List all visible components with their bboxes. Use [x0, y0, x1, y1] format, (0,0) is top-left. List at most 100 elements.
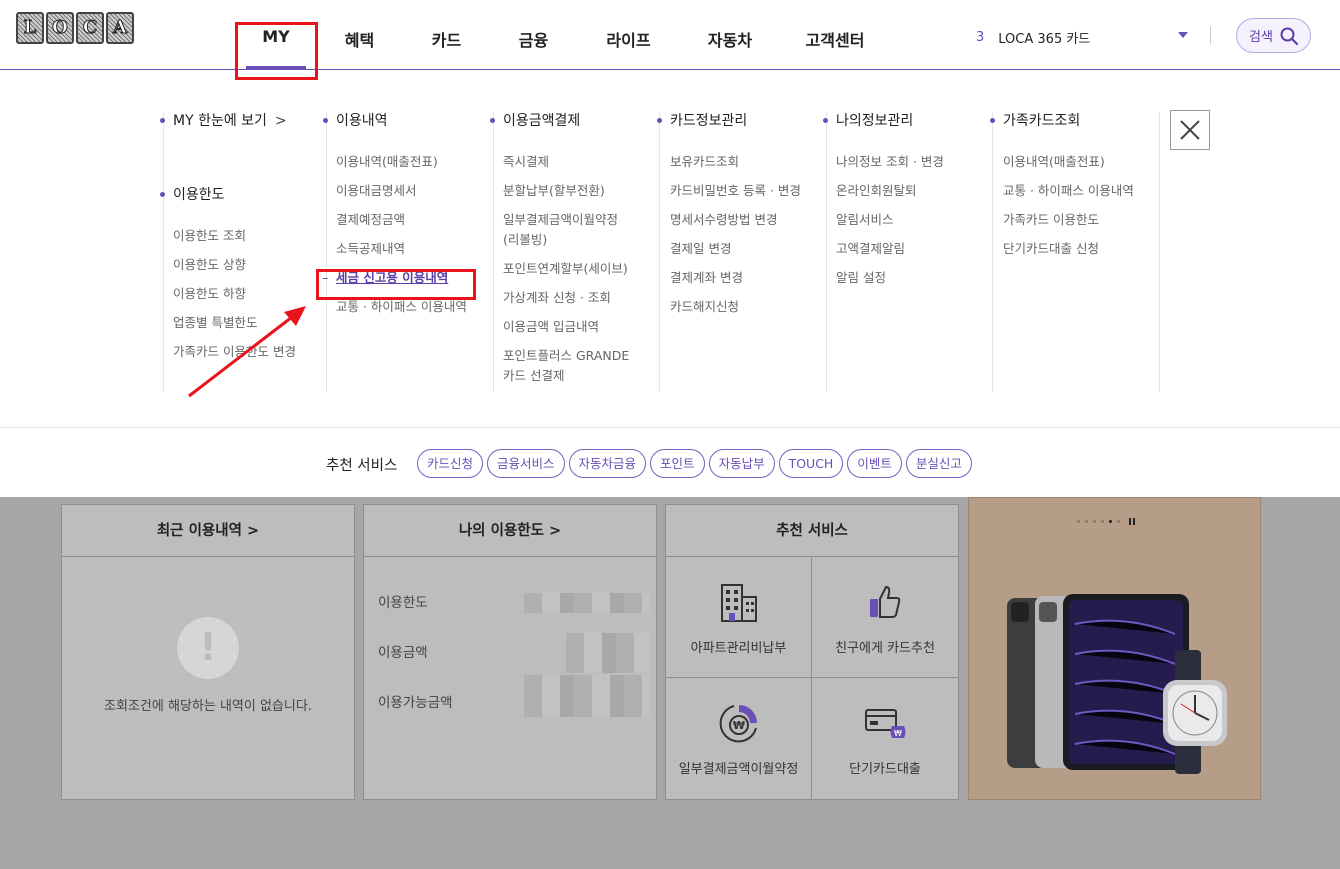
chip-lost-report[interactable]: 분실신고 [905, 449, 972, 478]
service-label: 친구에게 카드추천 [835, 641, 935, 656]
menu-item[interactable]: 일부결제금액이월약정(리볼빙) [503, 210, 631, 250]
menu-title-payment[interactable]: 이용금액결제 [490, 110, 631, 132]
service-revolving[interactable]: ₩ 일부결제금액이월약정 [666, 678, 812, 799]
nav-finance[interactable]: 금융 [490, 0, 577, 70]
limit-label: 이용한도 [378, 595, 428, 611]
menu-item[interactable]: 단기카드대출 신청 [1003, 239, 1134, 259]
chip-auto-finance[interactable]: 자동차금융 [568, 449, 647, 478]
menu-item[interactable]: 가족카드 이용한도 [1003, 210, 1134, 230]
recommended-services-bar: 추천 서비스 카드신청 금융서비스 자동차금융 포인트 자동납부 TOUCH 이… [0, 427, 1340, 497]
chevron-right-icon: > [274, 113, 287, 129]
carousel-dot[interactable] [1085, 520, 1088, 523]
menu-item[interactable]: 이용금액 입금내역 [503, 317, 631, 337]
promo-banner[interactable] [968, 497, 1261, 800]
carousel-dots[interactable] [1077, 518, 1135, 525]
menu-item[interactable]: 온라인회원탈퇴 [836, 181, 944, 201]
service-label: 단기카드대출 [849, 762, 921, 777]
menu-column-payment: 이용금액결제 즉시결제 분할납부(할부전환) 일부결제금액이월약정(리볼빙) 포… [490, 110, 631, 395]
carousel-dot[interactable] [1077, 520, 1080, 523]
menu-title-usage-history[interactable]: 이용내역 [323, 110, 467, 132]
chip-events[interactable]: 이벤트 [847, 449, 902, 478]
won-cycle-icon: ₩ [719, 705, 757, 743]
menu-column-usage-history: 이용내역 이용내역(매출전표) 이용대금명세서 결제예정금액 소득공제내역 세금… [322, 110, 467, 326]
service-apartment-fee[interactable]: 아파트관리비납부 [666, 557, 812, 678]
menu-item[interactable]: 이용한도 조회 [173, 226, 296, 246]
menu-title-label: MY 한눈에 보기 [173, 113, 267, 129]
menu-item[interactable]: 교통 · 하이패스 이용내역 [336, 297, 467, 317]
carousel-dot[interactable] [1101, 520, 1104, 523]
card-selector[interactable]: 3 LOCA 365 카드 [976, 28, 1188, 47]
menu-title-usage-limit[interactable]: 이용한도 [160, 184, 296, 206]
nav-customer-center[interactable]: 고객센터 [780, 0, 890, 70]
menu-item[interactable]: 알림서비스 [836, 210, 944, 230]
menu-item[interactable]: 카드비밀번호 등록 · 변경 [670, 181, 801, 201]
menu-item-tax-report-history[interactable]: 세금 신고용 이용내역 [322, 268, 467, 288]
thumbs-up-icon [870, 585, 901, 618]
global-nav: MY 혜택 카드 금융 라이프 자동차 고객센터 [236, 0, 890, 70]
usage-limit-title[interactable]: 나의 이용한도 > [364, 505, 656, 557]
caret-down-icon[interactable] [1178, 32, 1188, 38]
menu-item[interactable]: 나의정보 조회 · 변경 [836, 152, 944, 172]
card-name: LOCA 365 카드 [998, 32, 1091, 47]
chip-points[interactable]: 포인트 [650, 449, 705, 478]
menu-item[interactable]: 이용내역(매출전표) [1003, 152, 1134, 172]
menu-title-my-overview[interactable]: MY 한눈에 보기 > [160, 110, 296, 132]
menu-item[interactable]: 결제예정금액 [336, 210, 467, 230]
menu-item[interactable]: 이용대금명세서 [336, 181, 467, 201]
divider [1210, 26, 1211, 44]
carousel-dot-active[interactable] [1109, 520, 1112, 523]
service-refer-friend[interactable]: 친구에게 카드추천 [812, 557, 958, 678]
menu-item[interactable]: 결제일 변경 [670, 239, 801, 259]
menu-item[interactable]: 보유카드조회 [670, 152, 801, 172]
service-label: 일부결제금액이월약정 [678, 762, 799, 777]
pause-icon[interactable] [1129, 518, 1135, 525]
column-divider [1159, 112, 1160, 392]
carousel-dot[interactable] [1093, 520, 1096, 523]
chip-touch[interactable]: TOUCH [778, 449, 844, 478]
menu-item[interactable]: 즉시결제 [503, 152, 631, 172]
service-short-loan[interactable]: ₩ 단기카드대출 [812, 678, 958, 799]
recommended-services-panel: 추천 서비스 아파트관리비납부 친구에게 카드추천 ₩ 일부결제금액이월약정 ₩… [665, 504, 959, 800]
menu-item[interactable]: 명세서수령방법 변경 [670, 210, 801, 230]
chip-card-apply[interactable]: 카드신청 [417, 449, 484, 478]
menu-item[interactable]: 포인트연계할부(세이브) [503, 259, 631, 279]
logo-letter: O [46, 12, 74, 44]
menu-title-family-card[interactable]: 가족카드조회 [990, 110, 1134, 132]
menu-item[interactable]: 가족카드 이용한도 변경 [173, 342, 296, 362]
carousel-dot[interactable] [1117, 520, 1120, 523]
nav-car[interactable]: 자동차 [680, 0, 780, 70]
nav-card[interactable]: 카드 [403, 0, 490, 70]
nav-my[interactable]: MY [236, 0, 316, 70]
logo-letter: C [76, 12, 104, 44]
search-button[interactable]: 검색 [1236, 18, 1311, 53]
nav-life[interactable]: 라이프 [577, 0, 680, 70]
menu-title-card-info[interactable]: 카드정보관리 [657, 110, 801, 132]
chip-auto-pay[interactable]: 자동납부 [708, 449, 775, 478]
menu-item[interactable]: 결제계좌 변경 [670, 268, 801, 288]
menu-item[interactable]: 교통 · 하이패스 이용내역 [1003, 181, 1134, 201]
masked-value [524, 593, 650, 613]
tablet-watch-image [1007, 594, 1227, 774]
search-icon [1280, 27, 1299, 45]
recent-usage-title[interactable]: 최근 이용내역 > [62, 505, 354, 557]
menu-item[interactable]: 분할납부(할부전환) [503, 181, 631, 201]
menu-item[interactable]: 이용한도 하향 [173, 284, 296, 304]
menu-item[interactable]: 고액결제알림 [836, 239, 944, 259]
close-menu-button[interactable] [1170, 110, 1210, 150]
recommended-label: 추천 서비스 [326, 458, 398, 474]
menu-item[interactable]: 이용한도 상향 [173, 255, 296, 275]
menu-item[interactable]: 알림 설정 [836, 268, 944, 288]
menu-item[interactable]: 업종별 특별한도 [173, 313, 296, 333]
menu-title-my-info[interactable]: 나의정보관리 [823, 110, 944, 132]
chip-financial-services[interactable]: 금융서비스 [487, 449, 565, 478]
nav-benefits[interactable]: 혜택 [316, 0, 403, 70]
menu-item[interactable]: 가상계좌 신청 · 조회 [503, 288, 631, 308]
menu-item[interactable]: 포인트플러스 GRANDE카드 선결제 [503, 346, 631, 386]
alert-icon: ! [177, 617, 239, 679]
menu-item[interactable]: 이용내역(매출전표) [336, 152, 467, 172]
services-grid: 아파트관리비납부 친구에게 카드추천 ₩ 일부결제금액이월약정 ₩ 단기카드대출 [666, 557, 958, 800]
global-header: L O C A MY 혜택 카드 금융 라이프 자동차 고객센터 3 LOCA … [0, 0, 1340, 70]
menu-item[interactable]: 소득공제내역 [336, 239, 467, 259]
loca-logo[interactable]: L O C A [16, 12, 134, 44]
menu-item[interactable]: 카드해지신청 [670, 297, 801, 317]
